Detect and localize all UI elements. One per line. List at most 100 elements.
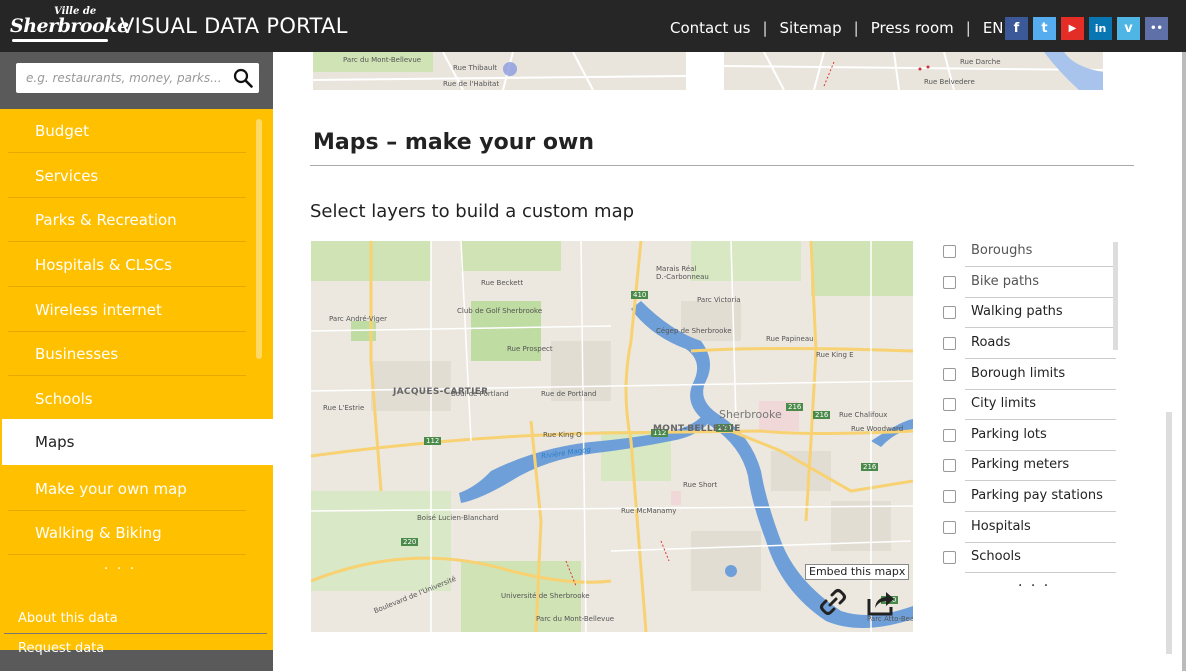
layer-label: Roads: [971, 335, 1011, 350]
thumb-label: Rue Darche: [960, 58, 1001, 66]
layer-checkbox[interactable]: [943, 459, 956, 472]
embed-tooltip: Embed this mapx: [805, 564, 910, 580]
section-subtitle: Select layers to build a custom map: [310, 201, 635, 222]
linkedin-icon[interactable]: in: [1089, 17, 1112, 40]
request-data-link[interactable]: Request data: [4, 634, 267, 664]
sidebar-item-services[interactable]: Services: [8, 154, 246, 198]
sidebar-menu: Budget Services Parks & Recreation Hospi…: [0, 109, 273, 650]
city-logo[interactable]: Ville de Sherbrooke: [10, 6, 129, 46]
map-label-school: Cégep de Sherbrooke: [656, 327, 732, 335]
about-this-data-link[interactable]: About this data: [4, 604, 267, 634]
map-label-school: Université de Sherbrooke: [501, 592, 590, 600]
nav-sitemap[interactable]: Sitemap: [780, 19, 842, 37]
layer-item-roads[interactable]: Roads: [940, 328, 1116, 359]
top-navigation: Contact us | Sitemap | Press room | EN: [670, 19, 1004, 37]
layer-item-borough-limits[interactable]: Borough limits: [940, 359, 1116, 390]
map-label-park: D.-Carbonneau: [656, 273, 709, 281]
layer-item-bike-paths[interactable]: Bike paths: [940, 267, 1116, 298]
map-label-city: Sherbrooke: [719, 408, 782, 421]
link-icon[interactable]: [818, 587, 848, 617]
vimeo-icon[interactable]: v: [1117, 17, 1140, 40]
map-label-park: Parc Victoria: [697, 296, 741, 304]
layer-checkbox[interactable]: [943, 551, 956, 564]
sidebar-item-businesses[interactable]: Businesses: [8, 332, 246, 376]
map-label-district: MONT-BELLEVUE: [653, 424, 741, 434]
layer-label: Boroughs: [971, 243, 1033, 258]
map-label-street: Rue Woodward: [851, 425, 904, 433]
sidebar-item-maps[interactable]: Maps: [2, 419, 273, 465]
layer-item-walking-paths[interactable]: Walking paths: [940, 297, 1116, 328]
layer-checkbox[interactable]: [943, 306, 956, 319]
layer-label: Parking pay stations: [971, 488, 1103, 503]
layers-more[interactable]: · · ·: [1018, 578, 1050, 594]
search-input[interactable]: [16, 63, 226, 93]
logo-sherbrooke: Sherbrooke: [10, 15, 129, 37]
nav-press-room[interactable]: Press room: [871, 19, 954, 37]
header-bar: Ville de Sherbrooke VISUAL DATA PORTAL C…: [0, 0, 1186, 52]
layer-checkbox[interactable]: [943, 398, 956, 411]
nav-language-toggle[interactable]: EN: [983, 19, 1004, 37]
layer-item-parking-meters[interactable]: Parking meters: [940, 450, 1116, 481]
sidebar-item-hospitals-clscs[interactable]: Hospitals & CLSCs: [8, 243, 246, 287]
map-label-street: Rue de Portland: [541, 390, 597, 398]
layer-checkbox[interactable]: [943, 521, 956, 534]
layer-item-parking-pay-stations[interactable]: Parking pay stations: [940, 481, 1116, 512]
search-icon[interactable]: [233, 68, 253, 88]
sidebar-item-walking-biking[interactable]: Walking & Biking: [8, 511, 246, 555]
map-label-street: Rue McManamy: [621, 507, 677, 515]
map-label-street: Rue Short: [683, 481, 718, 489]
layer-checkbox[interactable]: [943, 337, 956, 350]
thumb-label: Rue Belvedere: [924, 78, 975, 86]
map-label-park: Marais Réal: [656, 265, 697, 273]
map-label-street: Rue L'Estrie: [323, 404, 365, 412]
sidebar-item-schools[interactable]: Schools: [8, 377, 246, 421]
map-label-street: Rue Papineau: [766, 335, 814, 343]
highway-shield: 216: [786, 403, 804, 411]
layer-checkbox[interactable]: [943, 368, 956, 381]
layer-checkbox[interactable]: [943, 276, 956, 289]
layer-item-parking-lots[interactable]: Parking lots: [940, 420, 1116, 451]
nav-separator: |: [853, 19, 859, 37]
map-label-park: Boisé Lucien-Blanchard: [417, 514, 499, 522]
sidebar-scrollbar[interactable]: [256, 119, 262, 359]
youtube-icon[interactable]: ▶: [1061, 17, 1084, 40]
layer-checkbox[interactable]: [943, 429, 956, 442]
map-label-street: Rue King O: [543, 431, 582, 439]
highway-shield: 216: [813, 411, 831, 419]
map-label-street: Rue Chalifoux: [839, 411, 888, 419]
layer-label: Parking meters: [971, 457, 1070, 472]
layer-item-schools[interactable]: Schools: [940, 542, 1116, 573]
layer-label: City limits: [971, 396, 1036, 411]
sidebar-item-budget[interactable]: Budget: [8, 109, 246, 153]
map-label-park: Parc du Mont-Bellevue: [536, 615, 615, 623]
map-thumbnail-right[interactable]: Rue Darche Rue Belvedere: [724, 52, 1103, 90]
map-label-street: Rue King E: [816, 351, 854, 359]
highway-shield: 112: [424, 437, 442, 445]
sidebar-item-make-your-own-map[interactable]: Make your own map: [8, 467, 246, 511]
layer-item-boroughs[interactable]: Boroughs: [940, 236, 1116, 267]
layer-checkbox[interactable]: [943, 490, 956, 503]
layer-label: Parking lots: [971, 427, 1047, 442]
nav-separator: |: [965, 19, 971, 37]
layer-item-hospitals[interactable]: Hospitals: [940, 512, 1116, 543]
thumb-label: Parc du Mont-Bellevue: [343, 56, 422, 64]
layers-scrollbar[interactable]: [1113, 242, 1118, 350]
layer-label: Hospitals: [971, 519, 1031, 534]
map-thumbnail-left[interactable]: Parc du Mont-Bellevue Rue Thibault Rue d…: [313, 52, 686, 90]
sidebar-item-wireless-internet[interactable]: Wireless internet: [8, 288, 246, 332]
share-icon[interactable]: [866, 587, 896, 617]
sidebar: Budget Services Parks & Recreation Hospi…: [0, 52, 273, 671]
map-label-street: Rue Beckett: [481, 279, 524, 287]
layer-checkbox[interactable]: [943, 245, 956, 258]
nav-contact-us[interactable]: Contact us: [670, 19, 750, 37]
page-scrollbar[interactable]: [1166, 412, 1172, 654]
map-label-park: Club de Golf Sherbrooke: [457, 307, 543, 315]
twitter-icon[interactable]: t: [1033, 17, 1056, 40]
facebook-icon[interactable]: f: [1005, 17, 1028, 40]
sidebar-more[interactable]: · · ·: [0, 561, 240, 577]
layer-item-city-limits[interactable]: City limits: [940, 389, 1116, 420]
flickr-icon[interactable]: ••: [1145, 17, 1168, 40]
section-title: Maps – make your own: [313, 130, 595, 155]
map-label-street: Rue Prospect: [507, 345, 553, 353]
sidebar-item-parks-recreation[interactable]: Parks & Recreation: [8, 198, 246, 242]
